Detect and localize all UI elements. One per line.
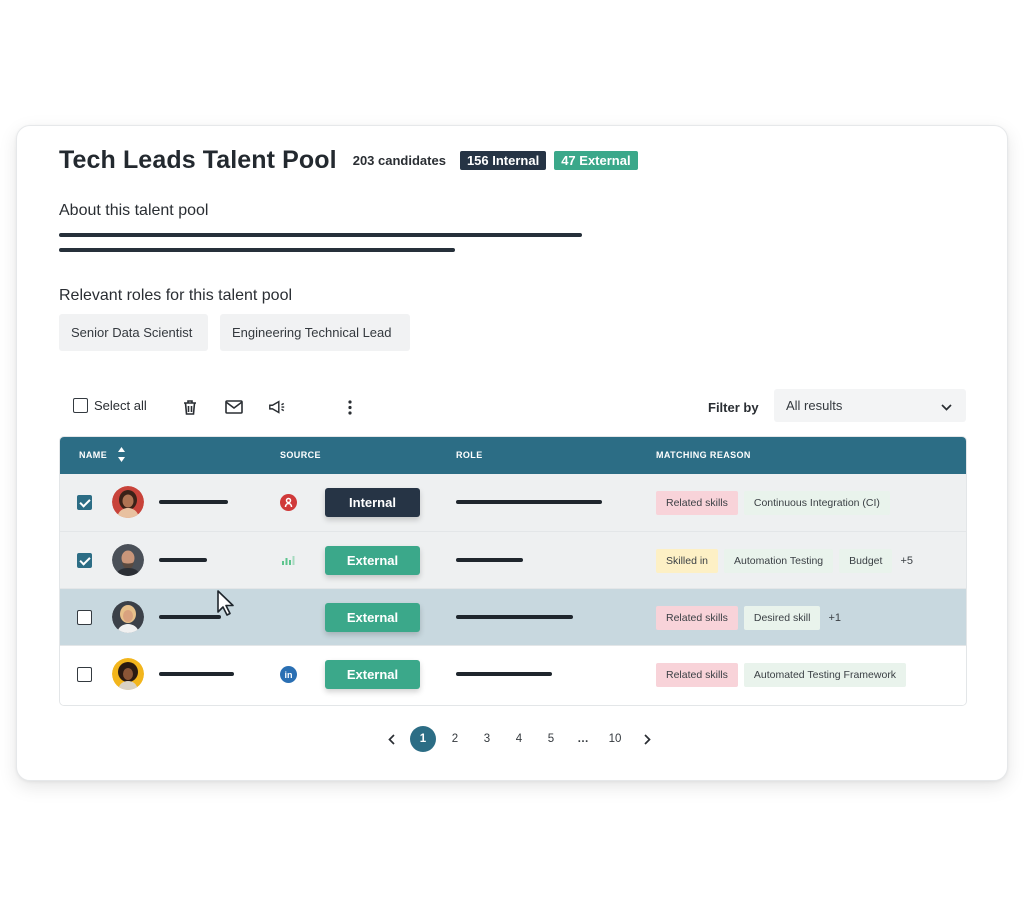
role-placeholder xyxy=(456,500,602,504)
column-header-source: SOURCE xyxy=(280,450,321,460)
avatar xyxy=(112,544,144,576)
role-chip-engineering-technical-lead[interactable]: Engineering Technical Lead xyxy=(220,314,410,351)
mouse-pointer-icon xyxy=(216,589,236,622)
avatar xyxy=(112,601,144,633)
filter-label: Filter by xyxy=(708,400,759,415)
candidates-table: NAME SOURCE ROLE MATCHING REASON Interna… xyxy=(59,436,967,706)
page-title: Tech Leads Talent Pool xyxy=(59,146,337,174)
avatar xyxy=(112,486,144,518)
referral-icon xyxy=(280,494,297,511)
reason-tag: Related skills xyxy=(656,663,738,687)
mail-icon[interactable] xyxy=(225,398,243,416)
internal-count-badge: 156 Internal xyxy=(459,151,547,170)
source-badge: Internal xyxy=(325,488,420,517)
select-all-checkbox[interactable]: Select all xyxy=(73,398,147,413)
table-row[interactable]: External Related skills Desired skill +1 xyxy=(60,588,966,645)
select-all-label: Select all xyxy=(94,398,147,413)
reason-tag: Automated Testing Framework xyxy=(743,663,907,687)
signal-icon xyxy=(280,552,297,569)
title-row: Tech Leads Talent Pool 203 candidates 15… xyxy=(59,146,638,175)
reason-tag: Continuous Integration (CI) xyxy=(743,491,890,515)
sort-icon[interactable] xyxy=(117,446,126,468)
matching-reasons: Related skills Continuous Integration (C… xyxy=(656,491,896,515)
name-placeholder xyxy=(159,500,228,504)
name-placeholder xyxy=(159,615,221,619)
table-toolbar: Select all Filter by All results xyxy=(73,389,967,422)
source-badge: External xyxy=(325,546,420,575)
role-placeholder xyxy=(456,615,573,619)
matching-reasons: Related skills Automated Testing Framewo… xyxy=(656,663,912,687)
table-header: NAME SOURCE ROLE MATCHING REASON xyxy=(60,437,966,474)
name-placeholder xyxy=(159,672,234,676)
more-count[interactable]: +1 xyxy=(828,612,841,624)
about-heading: About this talent pool xyxy=(59,202,209,219)
reason-tag: Related skills xyxy=(656,491,738,515)
more-count[interactable]: +5 xyxy=(900,555,913,567)
source-badge: External xyxy=(325,603,420,632)
page-button[interactable]: 4 xyxy=(503,733,535,745)
name-placeholder xyxy=(159,558,207,562)
megaphone-icon[interactable] xyxy=(268,398,286,416)
linkedin-icon: in xyxy=(280,666,297,683)
page-button[interactable]: 10 xyxy=(599,733,631,745)
pagination: 1 2 3 4 5 … 10 xyxy=(375,726,663,752)
row-checkbox[interactable] xyxy=(77,610,92,625)
roles-heading: Relevant roles for this talent pool xyxy=(59,287,293,304)
row-checkbox[interactable] xyxy=(77,495,92,510)
role-chip-senior-data-scientist[interactable]: Senior Data Scientist xyxy=(59,314,208,351)
filter-value: All results xyxy=(786,398,843,413)
matching-reasons: Skilled in Automation Testing Budget +5 xyxy=(656,549,913,573)
chevron-right-icon[interactable] xyxy=(631,733,663,745)
candidate-count: 203 candidates xyxy=(352,153,446,168)
table-row[interactable]: in External Related skills Automated Tes… xyxy=(60,645,966,705)
row-checkbox[interactable] xyxy=(77,553,92,568)
table-row[interactable]: External Skilled in Automation Testing B… xyxy=(60,531,966,588)
chevron-left-icon[interactable] xyxy=(375,733,407,745)
reason-tag: Automation Testing xyxy=(724,549,834,573)
column-header-name[interactable]: NAME xyxy=(79,450,107,460)
trash-icon[interactable] xyxy=(181,398,199,416)
avatar xyxy=(112,658,144,690)
reason-tag: Skilled in xyxy=(656,549,719,573)
page-button[interactable]: 5 xyxy=(535,733,567,745)
reason-tag: Desired skill xyxy=(743,606,821,630)
about-text-placeholder-line-1 xyxy=(59,233,582,237)
more-vertical-icon[interactable] xyxy=(341,398,359,416)
table-row[interactable]: Internal Related skills Continuous Integ… xyxy=(60,474,966,531)
column-header-matching-reason: MATCHING REASON xyxy=(656,450,751,460)
role-placeholder xyxy=(456,558,523,562)
checkbox-box[interactable] xyxy=(73,398,88,413)
page-button-current[interactable]: 1 xyxy=(410,726,436,752)
reason-tag: Related skills xyxy=(656,606,738,630)
external-count-badge: 47 External xyxy=(554,151,638,170)
reason-tag: Budget xyxy=(839,549,893,573)
filter-select[interactable]: All results xyxy=(774,389,966,422)
matching-reasons: Related skills Desired skill +1 xyxy=(656,606,841,630)
page-button[interactable]: 3 xyxy=(471,733,503,745)
column-header-role: ROLE xyxy=(456,450,483,460)
page-ellipsis: … xyxy=(577,733,589,745)
source-badge: External xyxy=(325,660,420,689)
row-checkbox[interactable] xyxy=(77,667,92,682)
role-placeholder xyxy=(456,672,552,676)
talent-pool-card: Tech Leads Talent Pool 203 candidates 15… xyxy=(16,125,1008,781)
chevron-down-icon xyxy=(941,399,952,414)
page-button[interactable]: 2 xyxy=(439,733,471,745)
about-text-placeholder-line-2 xyxy=(59,248,455,252)
